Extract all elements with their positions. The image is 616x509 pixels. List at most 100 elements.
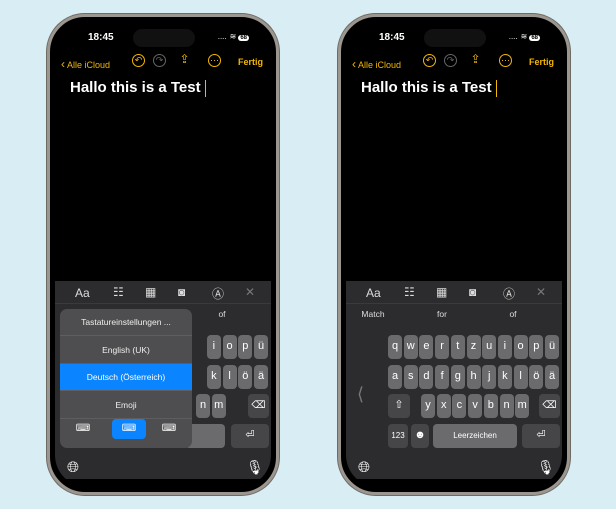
key-v[interactable]: v bbox=[468, 394, 483, 418]
key-p[interactable]: p bbox=[529, 335, 544, 359]
key-ä[interactable]: ä bbox=[254, 364, 268, 389]
key-w[interactable]: w bbox=[403, 335, 418, 359]
suggestion[interactable]: of bbox=[192, 309, 252, 319]
key-f[interactable]: f bbox=[435, 364, 450, 389]
suggestion[interactable]: for bbox=[412, 309, 472, 319]
key-h[interactable]: h bbox=[466, 364, 481, 389]
camera-icon[interactable]: ◙ bbox=[178, 285, 185, 299]
key-s[interactable]: s bbox=[403, 364, 418, 389]
delete-key[interactable]: ⌫ bbox=[539, 394, 560, 418]
key-i[interactable]: i bbox=[206, 335, 221, 359]
redo-icon[interactable]: ↷ bbox=[444, 54, 457, 67]
key-u[interactable]: u bbox=[482, 335, 497, 359]
key-ü[interactable]: ü bbox=[254, 335, 268, 359]
dynamic-island bbox=[133, 29, 195, 47]
key-r[interactable]: r bbox=[435, 335, 450, 359]
suggestion[interactable]: of bbox=[483, 309, 543, 319]
microphone-icon[interactable]: 🎙︎ bbox=[537, 459, 555, 476]
back-button[interactable]: ‹ Alle iCloud bbox=[61, 57, 110, 71]
undo-icon[interactable]: ↶ bbox=[423, 54, 436, 67]
microphone-icon[interactable]: 🎙︎ bbox=[246, 459, 264, 476]
shift-key[interactable]: ⇧ bbox=[388, 394, 410, 418]
key-ä[interactable]: ä bbox=[545, 364, 559, 389]
screen: 18:45.... ≋ 68 ‹ Alle iCloud ↶ ↷ ⇪ ⋯ Fertig Hallo… bbox=[55, 22, 271, 487]
close-icon[interactable]: ✕ bbox=[536, 285, 546, 299]
key-k[interactable]: k bbox=[497, 364, 512, 389]
status-bar: .... ≋ 68 bbox=[509, 32, 540, 41]
globe-icon[interactable]: 🌐︎ bbox=[67, 459, 79, 476]
checklist-icon[interactable]: ☷ bbox=[113, 285, 124, 299]
key-z[interactable]: z bbox=[466, 335, 481, 359]
key-b[interactable]: b bbox=[483, 394, 498, 418]
key-o[interactable]: o bbox=[222, 335, 237, 359]
format-button[interactable]: Aa bbox=[75, 286, 90, 300]
keyboard bbox=[346, 304, 562, 479]
share-icon[interactable]: ⇪ bbox=[178, 53, 191, 67]
key-e[interactable]: e bbox=[419, 335, 434, 359]
markup-icon[interactable]: Ⓐ bbox=[503, 285, 515, 302]
key-m[interactable]: m bbox=[211, 394, 226, 418]
numbers-key[interactable]: 123 bbox=[388, 424, 408, 448]
key-l[interactable]: l bbox=[222, 364, 237, 389]
key-p[interactable]: p bbox=[238, 335, 253, 359]
done-button[interactable]: Fertig bbox=[238, 57, 263, 67]
keyboard-full-icon[interactable]: ⌨ bbox=[112, 419, 146, 439]
delete-key[interactable]: ⌫ bbox=[248, 394, 269, 418]
key-ö[interactable]: ö bbox=[238, 364, 253, 389]
key-n[interactable]: n bbox=[196, 394, 210, 418]
key-t[interactable]: t bbox=[450, 335, 465, 359]
markup-icon[interactable]: Ⓐ bbox=[212, 285, 224, 302]
keyboard-left-icon[interactable]: ⌨ bbox=[72, 423, 94, 435]
redo-icon[interactable]: ↷ bbox=[153, 54, 166, 67]
keyboard-collapse-handle[interactable]: ⟨ bbox=[357, 384, 364, 405]
signal-icon: .... bbox=[217, 32, 227, 41]
share-icon[interactable]: ⇪ bbox=[469, 53, 482, 67]
screen: 18:45.... ≋ 68 ‹ Alle iCloud ↶ ↷ ⇪ ⋯ Fertig Hallo… bbox=[346, 22, 562, 487]
key-n[interactable]: n bbox=[499, 394, 514, 418]
key-j[interactable]: j bbox=[482, 364, 497, 389]
key-a[interactable]: a bbox=[388, 364, 402, 389]
keyboard-menu-item[interactable]: Emoji bbox=[60, 392, 192, 419]
table-icon[interactable]: ▦ bbox=[145, 285, 156, 299]
return-key[interactable]: ⏎ bbox=[231, 424, 269, 448]
back-button[interactable]: ‹ Alle iCloud bbox=[352, 57, 401, 71]
key-m[interactable]: m bbox=[515, 394, 530, 418]
key-g[interactable]: g bbox=[450, 364, 465, 389]
key-q[interactable]: q bbox=[388, 335, 402, 359]
checklist-icon[interactable]: ☷ bbox=[404, 285, 415, 299]
key-x[interactable]: x bbox=[436, 394, 451, 418]
note-title[interactable]: Hallo this is a Test bbox=[70, 79, 207, 97]
note-title-text: Hallo this is a Test bbox=[361, 79, 492, 96]
emoji-key[interactable]: ☻ bbox=[411, 424, 429, 448]
key-o[interactable]: o bbox=[513, 335, 528, 359]
key-c[interactable]: c bbox=[452, 394, 467, 418]
close-icon[interactable]: ✕ bbox=[245, 285, 255, 299]
table-icon[interactable]: ▦ bbox=[436, 285, 447, 299]
more-icon[interactable]: ⋯ bbox=[208, 54, 221, 67]
return-key[interactable]: ⏎ bbox=[522, 424, 560, 448]
key-l[interactable]: l bbox=[513, 364, 528, 389]
key-ü[interactable]: ü bbox=[545, 335, 559, 359]
more-icon[interactable]: ⋯ bbox=[499, 54, 512, 67]
key-d[interactable]: d bbox=[419, 364, 434, 389]
camera-icon[interactable]: ◙ bbox=[469, 285, 476, 299]
key-y[interactable]: y bbox=[421, 394, 435, 418]
format-button[interactable]: Aa bbox=[366, 286, 381, 300]
undo-icon[interactable]: ↶ bbox=[132, 54, 145, 67]
battery-icon: 68 bbox=[238, 35, 249, 41]
keyboard-menu-item[interactable]: Deutsch (Österreich) bbox=[60, 364, 192, 391]
phone-left: 18:45.... ≋ 68 ‹ Alle iCloud ↶ ↷ ⇪ ⋯ Fertig Hallo… bbox=[47, 14, 279, 495]
signal-icon: .... bbox=[508, 32, 518, 41]
key-ö[interactable]: ö bbox=[529, 364, 544, 389]
keyboard-menu-item[interactable]: Tastatureinstellungen ... bbox=[60, 309, 192, 336]
key-k[interactable]: k bbox=[206, 364, 221, 389]
keyboard-menu-item[interactable]: English (UK) bbox=[60, 337, 192, 364]
space-key[interactable]: Leerzeichen bbox=[433, 424, 517, 448]
keyboard-menu: Tastatureinstellungen ... English (UK) Deu… bbox=[60, 309, 192, 448]
globe-icon[interactable]: 🌐︎ bbox=[358, 459, 370, 476]
key-i[interactable]: i bbox=[497, 335, 512, 359]
keyboard-right-icon[interactable]: ⌨ bbox=[158, 423, 180, 435]
suggestion[interactable]: Match bbox=[346, 309, 403, 319]
note-title[interactable]: Hallo this is a Test bbox=[361, 79, 498, 97]
done-button[interactable]: Fertig bbox=[529, 57, 554, 67]
